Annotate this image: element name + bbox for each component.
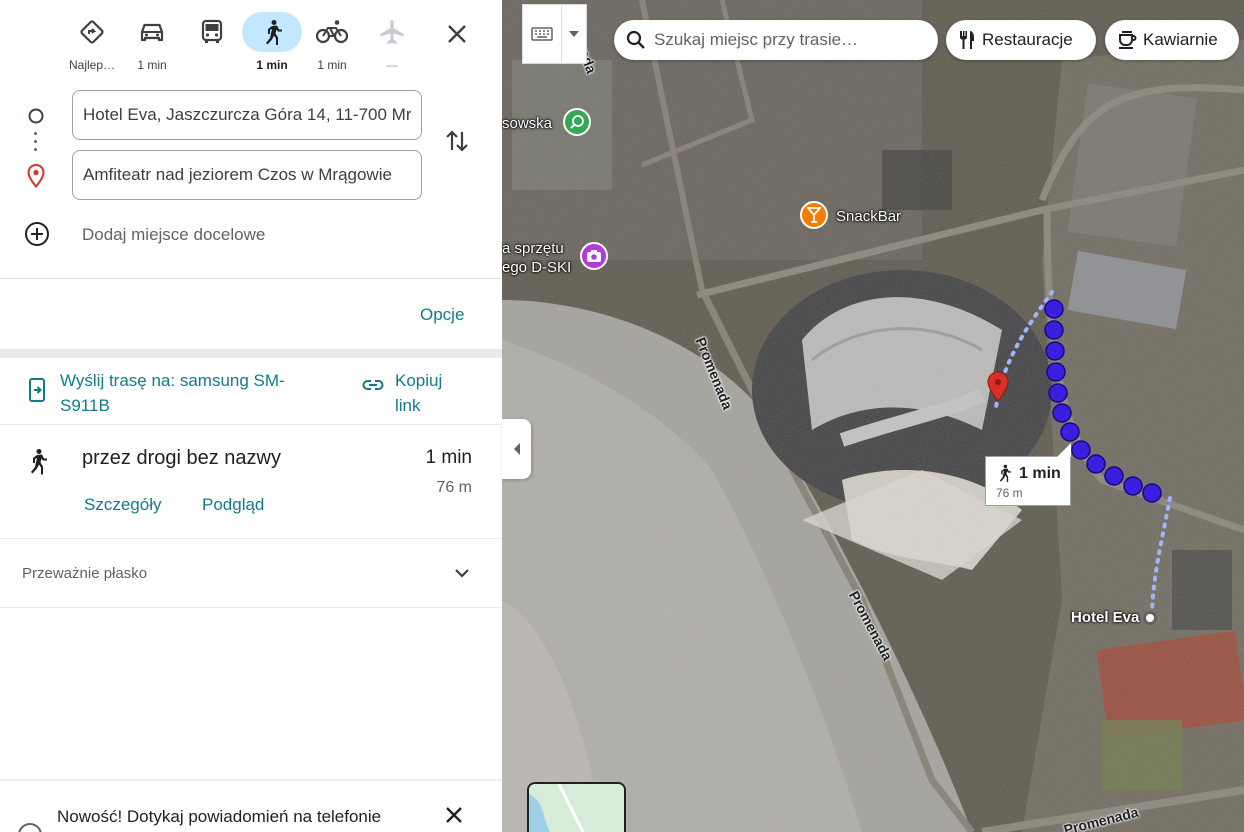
- origin-row: [0, 90, 502, 140]
- send-to-phone-icon: [28, 378, 46, 407]
- mode-car[interactable]: 1 min: [122, 12, 182, 76]
- mode-bike[interactable]: 1 min: [302, 12, 362, 76]
- mode-car-label: 1 min: [137, 58, 167, 72]
- send-route-label: Wyślij trasę na: samsung SM-S911B: [60, 371, 285, 415]
- swap-icon: [446, 130, 468, 152]
- collapse-panel-button[interactable]: [502, 419, 531, 479]
- link-icon: [362, 378, 384, 397]
- mode-flight-label: —: [386, 58, 398, 72]
- origin-circle-icon: [24, 104, 48, 128]
- chevron-left-icon: [513, 443, 520, 455]
- bike-icon: [302, 12, 362, 52]
- mode-bike-label: 1 min: [317, 58, 347, 72]
- bus-icon: [182, 12, 242, 52]
- options-button[interactable]: Opcje: [420, 305, 464, 325]
- divider-thick: [0, 349, 502, 358]
- fork-knife-icon: [958, 30, 976, 50]
- satellite-imagery: [502, 0, 1244, 832]
- mode-best[interactable]: Najlep…: [62, 12, 122, 76]
- mode-flight[interactable]: —: [362, 12, 422, 76]
- divider: [0, 607, 502, 608]
- layers-minimap-button[interactable]: [527, 782, 626, 832]
- poi-dski-label-line2: ego D-SKI: [502, 259, 572, 276]
- elevation-label: Przeważnie płasko: [22, 565, 148, 582]
- route-via: przez drogi bez nazwy: [82, 447, 281, 469]
- chip-cafes-label: Kawiarnie: [1143, 30, 1218, 49]
- travel-mode-bar: Najlep… 1 min 1 min 1 min —: [62, 12, 422, 76]
- plus-circle-icon: [24, 221, 50, 252]
- destination-input[interactable]: [72, 150, 422, 200]
- chip-restaurants-label: Restauracje: [982, 30, 1073, 49]
- walk-icon: [26, 447, 48, 480]
- route-time-callout[interactable]: 1 min 76 m: [985, 443, 1071, 506]
- directions-panel: Najlep… 1 min 1 min 1 min — Hotel Eva, J…: [0, 0, 502, 832]
- destination-row: [0, 150, 502, 200]
- poi-dski-label-line1: a sprzętu: [502, 240, 564, 257]
- poi-snackbar-label: SnackBar: [836, 208, 902, 225]
- close-icon: [448, 25, 466, 43]
- close-icon: [446, 807, 462, 823]
- callout-distance: 76 m: [996, 486, 1023, 500]
- walk-icon: [242, 12, 302, 52]
- copy-link-label: Kopiuj link: [395, 371, 443, 415]
- mode-best-label: Najlep…: [68, 58, 116, 72]
- map-layer-thumbnail: [529, 784, 624, 832]
- add-destination-button[interactable]: Dodaj miejsce docelowe: [0, 216, 502, 252]
- diamond-route-icon: [62, 12, 122, 52]
- route-distance: 76 m: [436, 479, 472, 496]
- chevron-down-icon: [452, 563, 472, 588]
- mode-walk[interactable]: 1 min: [242, 12, 302, 76]
- notification-banner: Nowość! Dotykaj powiadomień na telefonie: [0, 781, 502, 832]
- poi-sport-marker[interactable]: [563, 108, 591, 136]
- swap-route-button[interactable]: [441, 125, 473, 157]
- close-notification-button[interactable]: [444, 805, 464, 830]
- chip-cafes[interactable]: Kawiarnie: [1105, 20, 1239, 60]
- walk-icon: [996, 464, 1012, 487]
- search-icon: [626, 30, 646, 50]
- poi-dski-marker[interactable]: [580, 242, 608, 270]
- cocktail-icon: [807, 207, 821, 223]
- hotel-eva-marker[interactable]: Hotel Eva: [1071, 609, 1158, 626]
- coffee-cup-icon: [1117, 30, 1137, 50]
- camera-icon: [587, 250, 601, 262]
- route-preview-link[interactable]: Podgląd: [202, 495, 264, 515]
- route-dots-icon: [34, 132, 38, 154]
- plane-icon: [362, 12, 422, 52]
- route-option-card[interactable]: przez drogi bez nazwy 1 min 76 m Szczegó…: [0, 425, 502, 538]
- map-canvas[interactable]: [502, 0, 1244, 832]
- info-icon: [18, 823, 42, 832]
- route-time: 1 min: [425, 447, 472, 468]
- hotel-eva-label: Hotel Eva: [1071, 609, 1140, 626]
- search-placeholder: Szukaj miejsc przy trasie…: [654, 30, 859, 49]
- route-details-link[interactable]: Szczegóły: [84, 495, 161, 515]
- keyboard-toggle[interactable]: [522, 4, 587, 64]
- mode-walk-label: 1 min: [256, 58, 288, 72]
- origin-map-dot-icon: [1143, 610, 1158, 625]
- elevation-toggle[interactable]: Przeważnie płasko: [0, 539, 502, 607]
- chip-restaurants[interactable]: Restauracje: [946, 20, 1096, 60]
- caret-down-icon: [562, 5, 586, 63]
- divider: [0, 278, 502, 279]
- callout-time: 1 min: [1019, 465, 1061, 482]
- origin-input[interactable]: [72, 90, 422, 140]
- poi-snackbar-marker[interactable]: [800, 201, 828, 229]
- poi-sowska-label: sowska: [502, 115, 553, 132]
- route-search-box[interactable]: Szukaj miejsc przy trasie…: [614, 20, 938, 60]
- tennis-icon: [570, 115, 584, 129]
- add-destination-label: Dodaj miejsce docelowe: [82, 225, 266, 244]
- destination-pin-icon: [24, 164, 48, 188]
- close-directions-button[interactable]: [437, 14, 477, 54]
- mode-transit[interactable]: [182, 12, 242, 76]
- car-icon: [122, 12, 182, 52]
- keyboard-icon: [523, 5, 563, 63]
- notification-text: Nowość! Dotykaj powiadomień na telefonie: [57, 807, 382, 826]
